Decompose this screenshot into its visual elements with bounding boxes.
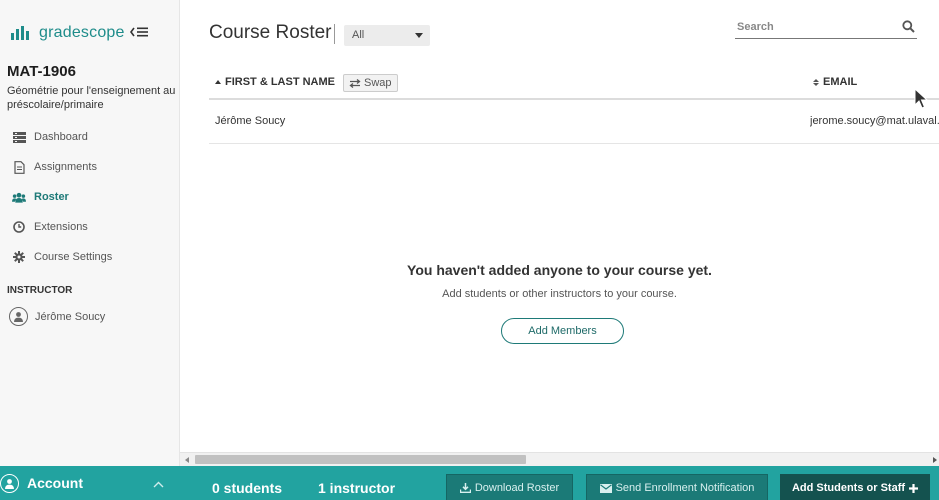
course-code[interactable]: MAT-1906 xyxy=(7,63,76,80)
add-students-or-staff-button[interactable]: Add Students or Staff xyxy=(780,474,930,500)
sidebar-item-course-settings[interactable]: Course Settings xyxy=(0,242,179,272)
sidebar-item-dashboard[interactable]: Dashboard xyxy=(0,122,179,152)
chevron-down-icon xyxy=(415,33,423,38)
account-label: Account xyxy=(27,475,83,491)
page-title: Course Roster xyxy=(209,22,332,43)
scrollbar-thumb[interactable] xyxy=(195,455,526,464)
swap-icon xyxy=(349,78,361,88)
sort-ascending-icon xyxy=(215,80,221,84)
sort-icon xyxy=(813,78,819,86)
collapse-menu-icon xyxy=(130,27,148,37)
sidebar-item-label: Dashboard xyxy=(34,131,88,143)
roster-filter-select[interactable]: All xyxy=(344,25,430,46)
instructor-name: Jérôme Soucy xyxy=(35,310,106,323)
column-header-email-label: EMAIL xyxy=(823,76,858,88)
add-members-button[interactable]: Add Members xyxy=(501,318,624,344)
sidebar-item-label: Extensions xyxy=(34,221,88,233)
instructor-count: 1 instructor xyxy=(318,480,396,496)
account-menu-button[interactable]: Account xyxy=(0,466,179,500)
sidebar-nav: Dashboard Assignments Roster Extensions … xyxy=(0,122,179,272)
horizontal-scrollbar[interactable] xyxy=(180,452,939,466)
course-name: Géométrie pour l'enseignement au préscol… xyxy=(7,85,176,111)
download-icon xyxy=(459,483,471,493)
roster-table-header: FIRST & LAST NAME Swap EMAIL xyxy=(209,66,939,100)
sidebar-item-label: Assignments xyxy=(34,161,97,173)
dashboard-icon xyxy=(12,130,26,144)
instructor-section-label: INSTRUCTOR xyxy=(7,285,73,296)
plus-icon xyxy=(909,483,919,493)
sidebar-item-label: Roster xyxy=(34,191,69,203)
sidebar-item-label: Course Settings xyxy=(34,251,113,263)
gradescope-logo[interactable]: gradescope xyxy=(11,24,125,42)
sidebar-item-assignments[interactable]: Assignments xyxy=(0,152,179,182)
add-students-label: Add Students or Staff xyxy=(791,482,906,494)
send-notification-label: Send Enrollment Notification xyxy=(615,482,755,494)
user-avatar-icon xyxy=(9,307,28,326)
download-roster-button[interactable]: Download Roster xyxy=(446,474,573,500)
bottom-action-bar: Account 0 students 1 instructor Download… xyxy=(0,466,939,500)
send-enrollment-notification-button[interactable]: Send Enrollment Notification xyxy=(586,474,768,500)
student-count: 0 students xyxy=(212,480,283,496)
sidebar: gradescope MAT-1906 Géométrie pour l'ens… xyxy=(0,0,180,466)
column-header-email[interactable]: EMAIL xyxy=(813,76,857,88)
sidebar-item-extensions[interactable]: Extensions xyxy=(0,212,179,242)
chevron-up-icon xyxy=(153,481,164,488)
swap-name-order-button[interactable]: Swap xyxy=(343,74,398,92)
envelope-icon xyxy=(599,483,612,493)
users-icon xyxy=(12,190,26,204)
account-avatar-icon xyxy=(0,473,19,493)
empty-state-title: You haven't added anyone to your course … xyxy=(407,262,712,278)
download-roster-label: Download Roster xyxy=(474,482,560,494)
title-divider xyxy=(334,24,335,44)
search-input[interactable] xyxy=(735,17,885,37)
instructor-item[interactable]: Jérôme Soucy xyxy=(9,307,105,326)
scroll-right-icon[interactable] xyxy=(933,457,937,463)
empty-state-subtitle: Add students or other instructors to you… xyxy=(442,288,677,300)
scroll-left-icon[interactable] xyxy=(185,457,189,463)
document-icon xyxy=(12,160,26,174)
table-row[interactable]: Jérôme Soucy jerome.soucy@mat.ulaval.c xyxy=(209,101,939,144)
logo-bars-icon xyxy=(11,26,29,40)
search-icon[interactable] xyxy=(902,20,915,38)
row-email-cell: jerome.soucy@mat.ulaval.c xyxy=(810,115,939,127)
column-header-name[interactable]: FIRST & LAST NAME xyxy=(215,76,335,88)
swap-label: Swap xyxy=(364,77,392,89)
filter-selected-value: All xyxy=(352,29,365,41)
clock-icon xyxy=(12,220,26,234)
mouse-cursor-icon xyxy=(914,88,928,109)
gear-icon xyxy=(12,250,26,264)
column-header-name-label: FIRST & LAST NAME xyxy=(225,76,335,88)
sidebar-item-roster[interactable]: Roster xyxy=(0,182,179,212)
search-box xyxy=(735,17,917,39)
collapse-sidebar-button[interactable] xyxy=(130,25,150,41)
row-name-cell: Jérôme Soucy xyxy=(215,115,286,127)
logo-text: gradescope xyxy=(39,24,125,41)
